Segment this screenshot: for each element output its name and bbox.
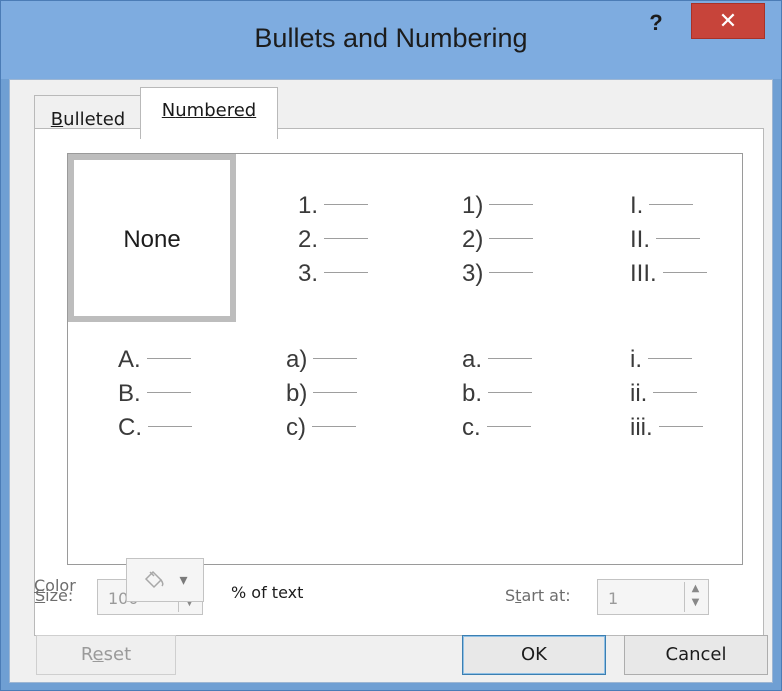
list-marker: 2): [462, 226, 534, 258]
list-marker: 3): [462, 260, 534, 292]
style-roman-upper[interactable]: I. II. III.: [572, 154, 740, 322]
tab-numbered-accel: N: [161, 100, 176, 121]
tab-bulleted-accel: B: [50, 109, 64, 130]
list-marker: b): [286, 380, 358, 412]
style-roman-lower[interactable]: i. ii. iii.: [572, 334, 740, 502]
list-marker: 2.: [298, 226, 369, 258]
color-picker-button[interactable]: ▾: [126, 558, 204, 602]
style-alpha-upper-period[interactable]: A. B. C.: [68, 334, 236, 502]
tab-bulleted-label: ulleted: [63, 109, 126, 130]
style-alpha-lower-paren[interactable]: a) b) c): [236, 334, 404, 502]
list-marker: II.: [630, 226, 701, 258]
chevron-down-icon: ▾: [179, 572, 188, 589]
list-marker: 1): [462, 192, 534, 224]
color-label: Color: [34, 576, 76, 595]
dialog-window: Bullets and Numbering ? ✕ Bulleted Numbe…: [0, 0, 782, 691]
list-marker: c.: [462, 414, 531, 446]
list-marker: I.: [630, 192, 694, 224]
style-none[interactable]: None: [68, 154, 236, 322]
dialog-body: Bulleted Numbered None 1. 2. 3. 1) 2) 3): [9, 79, 773, 683]
list-marker: III.: [630, 260, 707, 292]
start-at-value: 1: [608, 589, 619, 608]
cancel-button[interactable]: Cancel: [624, 635, 768, 675]
style-alpha-lower-period[interactable]: a. b. c.: [404, 334, 572, 502]
style-arabic-period[interactable]: 1. 2. 3.: [236, 154, 404, 322]
close-button[interactable]: ✕: [691, 3, 765, 39]
tab-numbered[interactable]: Numbered: [140, 87, 278, 139]
list-marker: c): [286, 414, 356, 446]
list-marker: 1.: [298, 192, 369, 224]
ok-button[interactable]: OK: [462, 635, 606, 675]
reset-button[interactable]: Reset: [36, 635, 176, 675]
list-marker: a): [286, 346, 358, 378]
start-at-spin-arrows-icon[interactable]: ▲ ▼: [684, 582, 706, 612]
list-marker: B.: [118, 380, 191, 412]
list-marker: iii.: [630, 414, 703, 446]
list-marker: C.: [118, 414, 192, 446]
list-marker: a.: [462, 346, 533, 378]
style-none-label: None: [123, 226, 181, 253]
start-at-label: Start at:: [505, 586, 571, 605]
list-marker: i.: [630, 346, 692, 378]
list-marker: b.: [462, 380, 533, 412]
close-icon: ✕: [718, 8, 738, 33]
start-at-spinner[interactable]: 1 ▲ ▼: [597, 579, 709, 615]
style-arabic-paren[interactable]: 1) 2) 3): [404, 154, 572, 322]
list-marker: 3.: [298, 260, 369, 292]
list-marker: A.: [118, 346, 191, 378]
size-suffix: % of text: [231, 583, 304, 602]
paint-bucket-icon: [145, 571, 165, 589]
numbering-style-gallery: None 1. 2. 3. 1) 2) 3) I. II. III. A. B.…: [67, 153, 743, 565]
list-marker: ii.: [630, 380, 698, 412]
tab-numbered-label: umbered: [175, 100, 257, 121]
title-bar: Bullets and Numbering ? ✕: [1, 1, 781, 79]
help-button[interactable]: ?: [641, 9, 671, 39]
